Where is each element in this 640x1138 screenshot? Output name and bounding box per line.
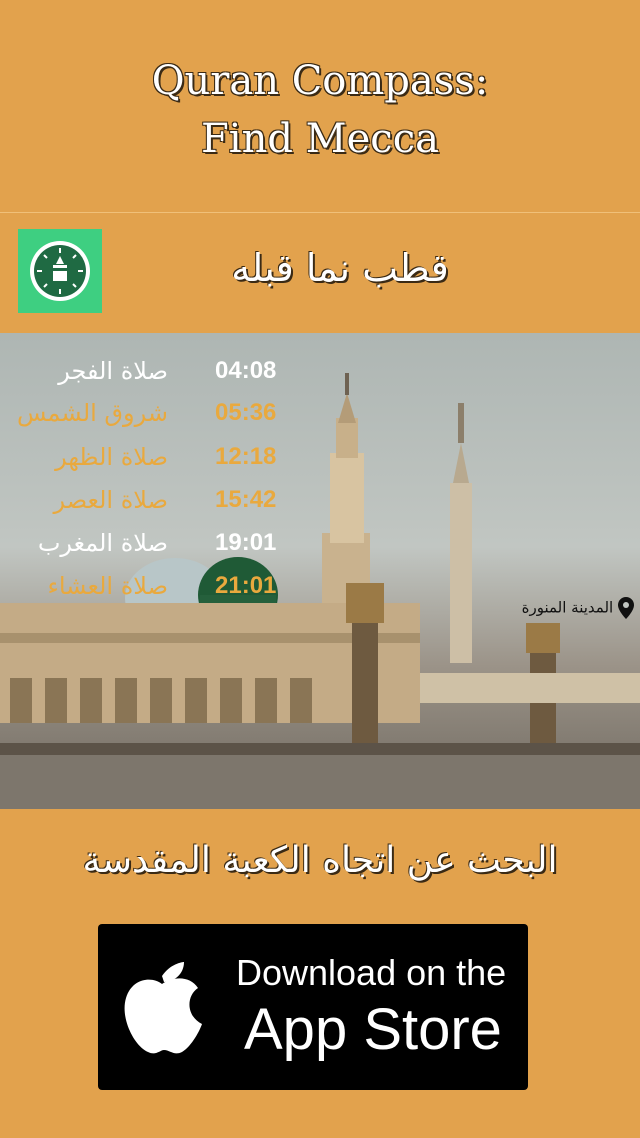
prayer-time: 05:36 (215, 399, 277, 426)
prayer-time: 12:18 (215, 443, 277, 470)
prayer-row-maghrib: صلاة المغرب 19:01 (0, 529, 300, 569)
prayer-name: صلاة المغرب (37, 529, 168, 557)
app-name: قطب نما قبله (231, 246, 449, 290)
prayer-row-asr: صلاة العصر 15:42 (0, 486, 300, 526)
prayer-name: صلاة الظهر (55, 443, 168, 471)
map-pin-icon (618, 597, 634, 619)
qibla-search-text: البحث عن اتجاه الكعبة المقدسة (82, 840, 558, 881)
prayer-time: 15:42 (215, 486, 277, 513)
title-line-1: Quran Compass: (151, 58, 489, 104)
prayer-name: صلاة العشاء (47, 572, 168, 600)
divider (0, 212, 640, 213)
location-text: المدينة المنورة (521, 598, 614, 617)
prayer-time: 19:01 (215, 529, 277, 556)
prayer-time: 21:01 (215, 572, 277, 599)
compass-face (34, 245, 86, 297)
apple-logo-icon (124, 962, 202, 1054)
prayer-name: صلاة العصر (53, 486, 168, 514)
app-store-button[interactable]: Download on the App Store (98, 924, 528, 1090)
store-badge-line2: App Store (244, 997, 502, 1062)
store-badge-line1: Download on the (236, 952, 507, 993)
prayer-row-dhuhr: صلاة الظهر 12:18 (0, 443, 300, 483)
prayer-row-isha: صلاة العشاء 21:01 (0, 572, 300, 612)
compass-kaaba-icon[interactable] (18, 229, 102, 313)
prayer-time: 04:08 (215, 357, 277, 384)
page-title: Quran Compass: Find Mecca (0, 52, 640, 168)
location-label: المدينة المنورة (522, 597, 634, 619)
medina-mosque-photo: صلاة الفجر 04:08 شروق الشمس 05:36 صلاة ا… (0, 333, 640, 809)
prayer-row-sunrise: شروق الشمس 05:36 (0, 399, 300, 439)
title-line-2: Find Mecca (201, 116, 439, 162)
compass-glyph (37, 248, 83, 294)
prayer-name: شروق الشمس (16, 399, 168, 427)
prayer-name: صلاة الفجر (58, 357, 168, 385)
prayer-row-fajr: صلاة الفجر 04:08 (0, 357, 300, 397)
